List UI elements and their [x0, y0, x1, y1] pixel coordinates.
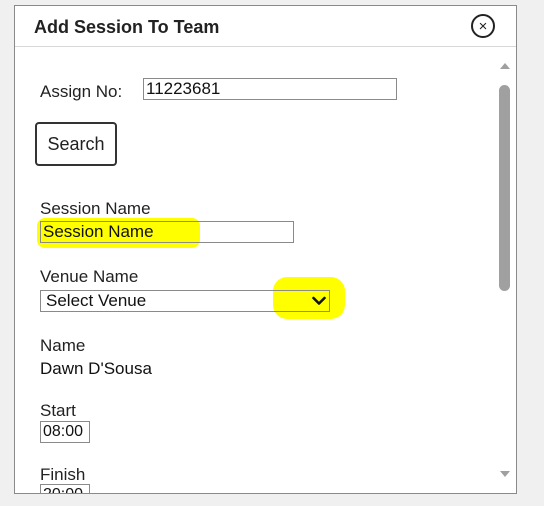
vertical-scrollbar[interactable] [494, 47, 516, 493]
start-time-input[interactable]: 08:00 [40, 421, 90, 443]
session-name-input[interactable]: Session Name [40, 221, 294, 243]
add-session-dialog: Add Session To Team × Assign No: 1122368… [14, 5, 517, 494]
close-icon: × [478, 17, 488, 35]
start-label: Start [40, 401, 76, 420]
dialog-titlebar: Add Session To Team × [15, 6, 516, 47]
venue-select[interactable]: Select Venue [40, 290, 330, 312]
venue-name-label: Venue Name [40, 267, 139, 286]
scrollbar-thumb[interactable] [499, 85, 510, 291]
triangle-up-icon[interactable] [494, 57, 516, 75]
dialog-title: Add Session To Team [34, 17, 220, 37]
triangle-down-icon[interactable] [494, 465, 516, 483]
name-label: Name [40, 336, 86, 355]
finish-label: Finish [40, 465, 86, 484]
assign-no-input[interactable]: 11223681 [143, 78, 397, 100]
close-button[interactable]: × [471, 14, 495, 38]
dialog-content: Assign No: 11223681 Search Session Name … [15, 47, 494, 493]
assign-no-label: Assign No: [40, 82, 123, 101]
session-name-label: Session Name [40, 199, 151, 218]
name-value: Dawn D'Sousa [40, 359, 152, 378]
venue-select-value: Select Venue [46, 291, 147, 310]
finish-time-input[interactable]: 20:00 [40, 484, 90, 493]
search-button[interactable]: Search [35, 122, 117, 166]
chevron-down-icon [312, 291, 326, 311]
